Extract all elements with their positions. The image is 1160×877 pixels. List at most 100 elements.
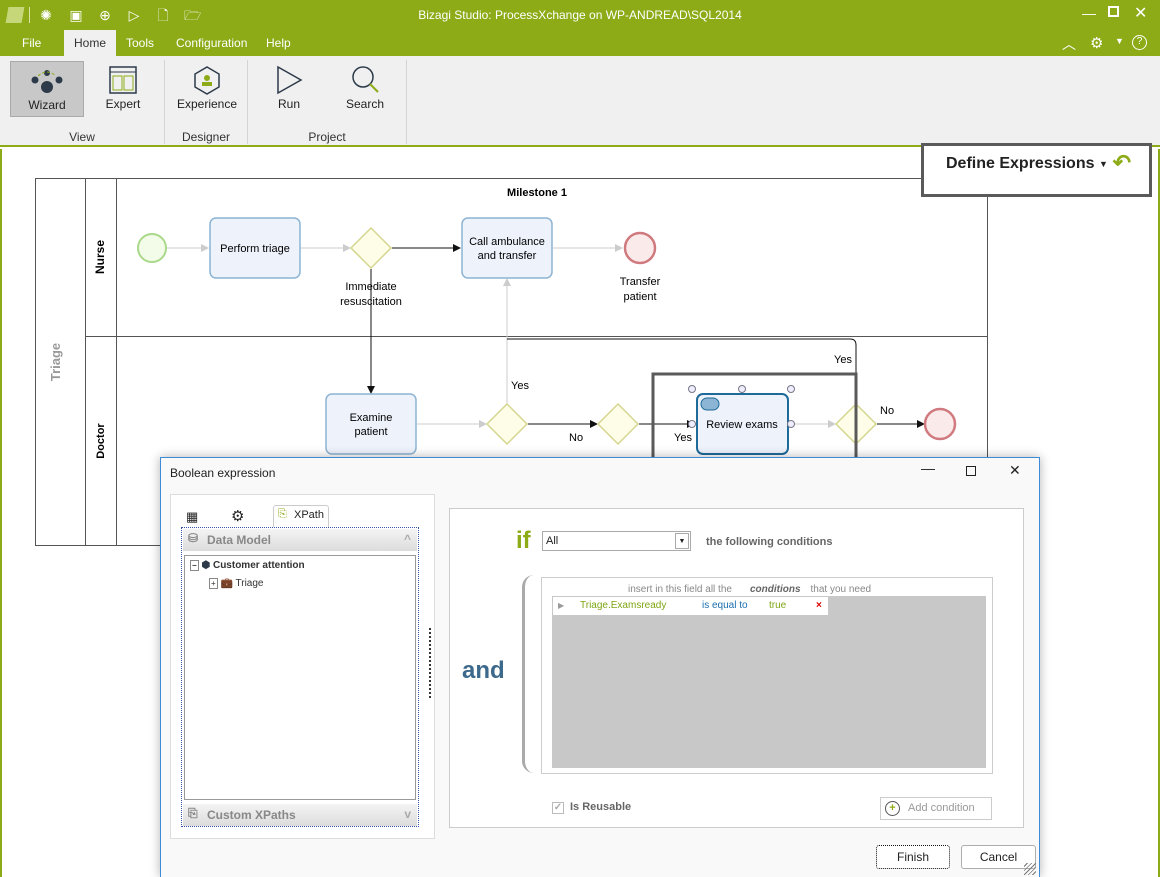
title-bar: ✺ ▣ ⊕ ▷ 🗋 🗁 Bizagi Studio: ProcessXchang… xyxy=(0,0,1160,30)
table-icon[interactable]: ▦ xyxy=(186,509,198,525)
menu-tools[interactable]: Tools xyxy=(116,30,164,56)
menu-file[interactable]: File xyxy=(12,30,51,56)
dialog-title: Boolean expression xyxy=(170,466,276,480)
start-event[interactable] xyxy=(137,233,167,263)
define-expressions-button[interactable]: Define Expressions ▼ ↶ xyxy=(921,143,1152,197)
expand-icon[interactable]: v xyxy=(404,807,411,821)
splitter-handle[interactable] xyxy=(429,628,435,698)
and-label: and xyxy=(462,657,505,684)
conditions-area[interactable]: insert in this field all the conditions th… xyxy=(541,577,993,774)
is-reusable-label: Is Reusable xyxy=(570,801,632,813)
node-label: Customer attention xyxy=(212,560,305,571)
dropdown-icon[interactable]: ▼ xyxy=(1115,36,1124,46)
flow-label-yes: Yes xyxy=(511,380,529,392)
menu-home[interactable]: Home xyxy=(64,30,117,56)
collapse-icon[interactable]: ^ xyxy=(404,532,411,546)
data-tree: − ⬢ Customer attention + 💼 Triage xyxy=(184,555,416,800)
tab-label: XPath xyxy=(294,509,324,521)
help-icon[interactable]: ? xyxy=(1132,35,1147,50)
run-button[interactable]: Run xyxy=(252,61,326,117)
experience-button[interactable]: Experience xyxy=(170,61,244,117)
end-event-transfer[interactable] xyxy=(623,231,657,265)
collapse-ribbon-icon[interactable]: ︿ xyxy=(1062,34,1076,54)
chevron-down-icon[interactable]: ▼ xyxy=(675,533,689,549)
minimize-icon[interactable]: — xyxy=(1082,5,1096,21)
run-label: Run xyxy=(277,97,300,111)
search-icon xyxy=(352,66,379,93)
condition-field[interactable]: Triage.Examsready xyxy=(580,597,666,615)
gear-icon[interactable]: ⚙ xyxy=(1090,34,1103,52)
expand-icon[interactable]: + xyxy=(209,578,218,589)
search-label: Search xyxy=(345,97,385,111)
add-condition-button[interactable]: + Add condition xyxy=(880,797,992,820)
end-event[interactable] xyxy=(923,407,957,441)
define-expressions-label: Define Expressions xyxy=(946,155,1095,172)
svg-text:and transfer: and transfer xyxy=(478,250,537,262)
hint-text: that you need xyxy=(810,584,872,595)
expert-button[interactable]: Expert xyxy=(86,61,160,117)
task-perform-triage[interactable]: Perform triage xyxy=(209,217,301,279)
search-button[interactable]: Search xyxy=(328,61,402,117)
maximize-icon[interactable] xyxy=(966,466,976,476)
close-icon[interactable]: ✕ xyxy=(1134,3,1147,23)
menu-configuration[interactable]: Configuration xyxy=(166,30,257,56)
task-examine-patient[interactable]: Examine patient xyxy=(325,393,417,455)
wizard-icon xyxy=(31,70,63,93)
maximize-icon[interactable] xyxy=(1108,6,1119,17)
tab-xpath[interactable]: ⎘ XPath xyxy=(273,505,329,527)
quantifier-select[interactable]: All ▼ xyxy=(542,531,691,551)
finish-button[interactable]: Finish xyxy=(876,845,950,869)
data-model-header[interactable]: ⛁ Data Model ^ xyxy=(183,529,417,551)
task-call-ambulance[interactable]: Call ambulance and transfer xyxy=(461,217,553,279)
gear-icon[interactable]: ⚙ xyxy=(231,507,244,525)
lane-doctor: Doctor xyxy=(95,423,107,459)
condition-operator[interactable]: is equal to xyxy=(702,597,748,615)
delete-icon[interactable]: × xyxy=(816,597,822,615)
hint-text: conditions xyxy=(749,584,801,595)
menu-bar: File Home Tools Configuration Help ︿ ⚙ ▼… xyxy=(0,30,1160,56)
tree-node-triage[interactable]: + 💼 Triage xyxy=(209,578,264,589)
collapse-icon[interactable]: − xyxy=(190,560,199,571)
menu-help[interactable]: Help xyxy=(256,30,301,56)
data-model-label: Data Model xyxy=(207,533,272,547)
entity-icon: ⬢ xyxy=(201,560,211,571)
hint-text: insert in this field all the xyxy=(628,584,732,595)
group-project: Project xyxy=(308,130,346,144)
database-icon: ⛁ xyxy=(188,531,199,545)
briefcase-icon: 💼 xyxy=(220,578,233,589)
flow-label-yes: Yes xyxy=(834,354,852,366)
following-conditions-label: the following conditions xyxy=(706,536,833,548)
end-label: patient xyxy=(623,291,656,303)
svg-text:patient: patient xyxy=(354,426,387,438)
milestone-label: Milestone 1 xyxy=(507,187,567,199)
condition-row[interactable]: ▶ Triage.Examsready is equal to true × xyxy=(553,597,828,615)
if-label: if xyxy=(516,527,531,554)
xpath-icon: ⎘ xyxy=(278,508,287,520)
check-icon: ✓ xyxy=(552,802,564,814)
condition-value[interactable]: true xyxy=(769,597,786,615)
is-reusable-checkbox[interactable]: ✓ Is Reusable xyxy=(552,801,631,814)
conditions-list: ▶ Triage.Examsready is equal to true × xyxy=(552,596,986,768)
expression-panel: if All ▼ the following conditions and ins… xyxy=(449,508,1024,828)
custom-xpaths-header[interactable]: ⎘ Custom XPaths v xyxy=(183,804,417,826)
ribbon: Wizard Expert Experience Run Search View… xyxy=(0,56,1160,147)
custom-xpaths-label: Custom XPaths xyxy=(207,808,296,822)
end-label: Transfer xyxy=(620,276,661,288)
svg-text:Perform triage: Perform triage xyxy=(220,243,290,255)
close-icon[interactable]: ✕ xyxy=(1009,462,1021,479)
gateway-label: Immediate xyxy=(345,281,396,293)
tree-node-customer-attention[interactable]: − ⬢ Customer attention xyxy=(190,560,305,571)
flow-label-yes: Yes xyxy=(674,432,692,444)
data-tree-container: ⛁ Data Model ^ − ⬢ Customer attention + 💼 … xyxy=(181,527,419,827)
task-review-exams[interactable]: Review exams xyxy=(688,385,795,455)
divider xyxy=(406,60,407,144)
svg-text:Examine: Examine xyxy=(350,412,393,424)
undo-arrow-icon: ↶ xyxy=(1112,150,1131,175)
quantifier-value: All xyxy=(546,535,559,547)
wizard-button[interactable]: Wizard xyxy=(10,61,84,117)
resize-grip[interactable] xyxy=(1024,863,1036,875)
run-icon xyxy=(277,65,303,95)
minimize-icon[interactable]: — xyxy=(921,460,935,476)
row-arrow-icon: ▶ xyxy=(558,601,565,610)
group-designer: Designer xyxy=(181,130,231,144)
